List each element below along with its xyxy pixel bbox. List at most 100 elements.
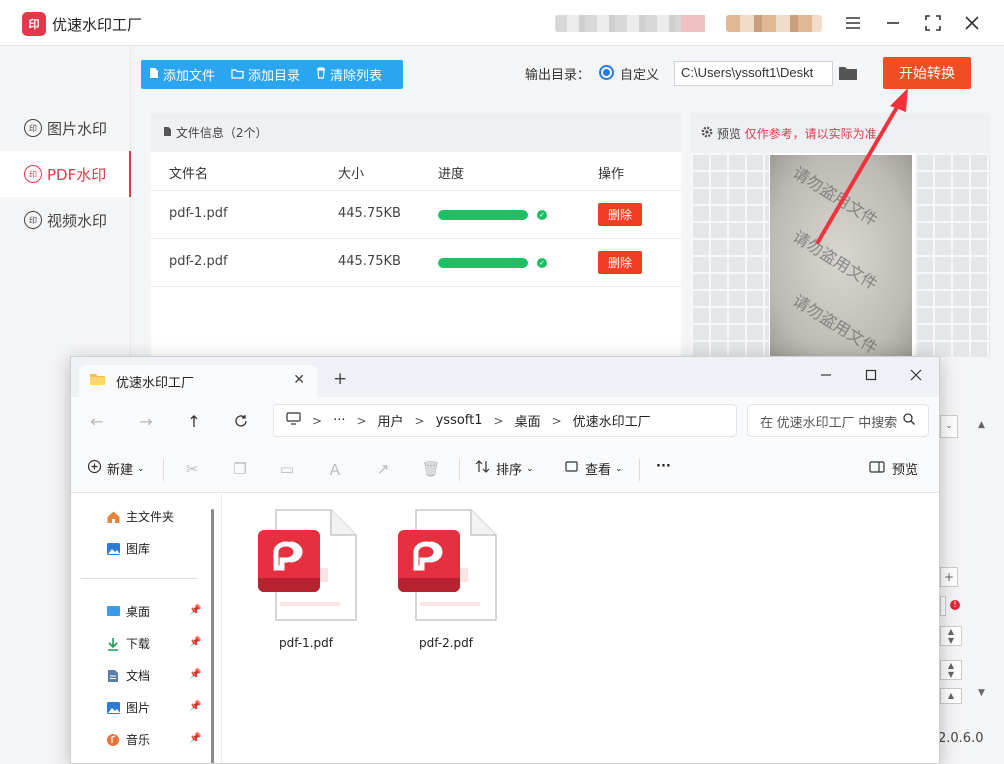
- refresh-icon[interactable]: [229, 409, 253, 433]
- scroll-up-icon[interactable]: ▲: [978, 420, 990, 432]
- chevron-down-icon: ⌄: [526, 463, 534, 474]
- paste-icon[interactable]: ▭: [278, 460, 296, 478]
- view-button[interactable]: 查看 ⌄: [565, 459, 623, 478]
- divider: [459, 459, 460, 481]
- output-path-input[interactable]: C:\Users\yssoft1\Deskt: [674, 61, 833, 86]
- file-name-cell: pdf-1.pdf: [169, 206, 228, 221]
- explorer-tab[interactable]: 优速水印工厂 ✕: [79, 365, 317, 397]
- close-icon[interactable]: [901, 363, 931, 387]
- breadcrumb-yssoft1[interactable]: yssoft1: [436, 413, 483, 428]
- nav-item-label: 文档: [126, 669, 151, 683]
- nav-item-gallery[interactable]: 图库: [105, 540, 205, 557]
- clear-list-button[interactable]: 清除列表: [308, 60, 390, 89]
- search-icon[interactable]: [902, 412, 916, 426]
- divider: [639, 459, 640, 481]
- close-tab-icon[interactable]: ✕: [293, 372, 305, 388]
- sidebar-item-video-watermark[interactable]: 印 视频水印: [0, 197, 131, 243]
- cut-icon[interactable]: ✂: [183, 460, 201, 478]
- sort-icon: [475, 460, 490, 477]
- file-info-title: 文件信息（2个）: [175, 126, 268, 140]
- blurred-user-avatar[interactable]: [726, 15, 822, 32]
- file-item[interactable]: pdf-1.pdf: [254, 508, 358, 650]
- file-content-area: pdf-1.pdf pdf-2.pdf: [221, 494, 939, 763]
- breadcrumb-users[interactable]: 用户: [378, 411, 404, 430]
- preview-thumbnail-grid: [915, 153, 990, 357]
- file-item[interactable]: pdf-2.pdf: [394, 508, 498, 650]
- preview-pane-label: 预览: [892, 463, 919, 478]
- folder-icon: [231, 68, 244, 82]
- forward-arrow-icon[interactable]: →: [134, 409, 158, 433]
- sidebar-item-pdf-watermark[interactable]: 印 PDF水印: [0, 151, 131, 197]
- stepper-arrows-icon[interactable]: ▲: [940, 688, 962, 704]
- rename-icon[interactable]: Ａ: [326, 460, 344, 479]
- delete-button[interactable]: 删除: [598, 251, 642, 274]
- chevron-down-icon[interactable]: ⌄: [940, 415, 958, 438]
- file-size-cell: 445.75KB: [338, 254, 401, 269]
- add-folder-label: 添加目录: [248, 69, 301, 84]
- progress-bar: [438, 258, 528, 268]
- breadcrumb-current-folder[interactable]: 优速水印工厂: [573, 411, 651, 430]
- sidebar-item-image-watermark[interactable]: 印 图片水印: [0, 105, 131, 151]
- explorer-tab-bar: 优速水印工厂 ✕ +: [71, 357, 939, 397]
- up-arrow-icon[interactable]: ↑: [182, 409, 206, 433]
- add-file-button[interactable]: 添加文件: [141, 60, 223, 89]
- pin-icon[interactable]: 📌: [189, 605, 201, 616]
- trash-icon: [316, 67, 326, 82]
- delete-button[interactable]: 删除: [598, 203, 642, 226]
- plus-icon[interactable]: +: [940, 567, 958, 587]
- chevron-right-icon: >: [493, 413, 504, 428]
- watermark-icon: 印: [24, 119, 42, 137]
- delete-icon[interactable]: 🗑: [421, 460, 440, 478]
- chevron-down-icon: ⌄: [137, 463, 145, 474]
- address-bar[interactable]: > ··· > 用户 > yssoft1 > 桌面 > 优速水印工厂: [273, 404, 737, 437]
- new-button[interactable]: 新建 ⌄: [87, 459, 145, 478]
- nav-item-home[interactable]: 主文件夹: [105, 508, 205, 525]
- maximize-icon[interactable]: [856, 363, 886, 387]
- browse-folder-icon[interactable]: [838, 65, 858, 81]
- explorer-tab-title: 优速水印工厂: [116, 375, 195, 391]
- plus-circle-icon: [87, 459, 102, 478]
- navigation-pane: 主文件夹 图库 桌面 📌 下载 📌 文档 📌 图片 📌 音乐 📌: [71, 494, 221, 763]
- scroll-down-icon[interactable]: ▼: [978, 688, 990, 700]
- breadcrumb-desktop[interactable]: 桌面: [515, 411, 541, 430]
- table-row: pdf-1.pdf 445.75KB ✓ 删除: [151, 190, 681, 238]
- sidebar-item-label: PDF水印: [47, 165, 107, 184]
- start-convert-button[interactable]: 开始转换: [883, 57, 971, 89]
- nav-scrollbar[interactable]: [211, 509, 214, 763]
- new-tab-icon[interactable]: +: [333, 369, 347, 389]
- share-icon[interactable]: ↗: [374, 460, 392, 478]
- table-row: pdf-2.pdf 445.75KB ✓ 删除: [151, 238, 681, 286]
- table-divider: [151, 286, 681, 287]
- stepper-input[interactable]: [940, 596, 946, 616]
- stepper-arrows-icon[interactable]: ▲ ▼: [940, 660, 962, 680]
- nav-divider: [81, 578, 197, 579]
- minimize-icon[interactable]: [878, 10, 908, 36]
- menu-icon[interactable]: [838, 10, 868, 36]
- back-arrow-icon[interactable]: ←: [85, 409, 109, 433]
- watermark-text: 请勿盗用文件: [789, 290, 881, 357]
- file-explorer-window: 优速水印工厂 ✕ + ← → ↑ > ··· > 用户 > yssoft1 > …: [70, 356, 940, 764]
- maximize-icon[interactable]: [918, 10, 948, 36]
- preview-pane-button[interactable]: 预览: [869, 459, 918, 478]
- chevron-down-icon: ⌄: [615, 463, 623, 474]
- pin-icon[interactable]: 📌: [189, 669, 201, 680]
- close-icon[interactable]: [957, 10, 987, 36]
- column-header-size: 大小: [338, 167, 365, 182]
- add-folder-button[interactable]: 添加目录: [223, 60, 308, 89]
- more-crumbs[interactable]: ···: [333, 413, 345, 428]
- minimize-icon[interactable]: [811, 363, 841, 387]
- pin-icon[interactable]: 📌: [189, 637, 201, 648]
- pin-icon[interactable]: 📌: [189, 733, 201, 744]
- sidebar-item-label: 图片水印: [47, 119, 108, 138]
- custom-output-radio[interactable]: [599, 65, 614, 80]
- custom-output-label[interactable]: 自定义: [620, 64, 659, 83]
- pin-icon[interactable]: 📌: [189, 701, 201, 712]
- copy-icon[interactable]: ❐: [231, 460, 249, 478]
- stepper-arrows-icon[interactable]: ▲ ▼: [940, 626, 962, 646]
- more-options-button[interactable]: ···: [656, 459, 671, 474]
- preview-label: 预览: [716, 127, 741, 141]
- view-label: 查看: [585, 463, 612, 478]
- preview-panel: 预览 仅作参考，请以实际为准 请勿盗用文件 请勿盗用文件 请勿盗用文件: [691, 113, 990, 357]
- command-bar: 新建 ⌄ ✂ ❐ ▭ Ａ ↗ 🗑 排序 ⌄ 查看 ⌄ ··· 预览: [71, 445, 939, 493]
- sort-button[interactable]: 排序 ⌄: [475, 459, 534, 478]
